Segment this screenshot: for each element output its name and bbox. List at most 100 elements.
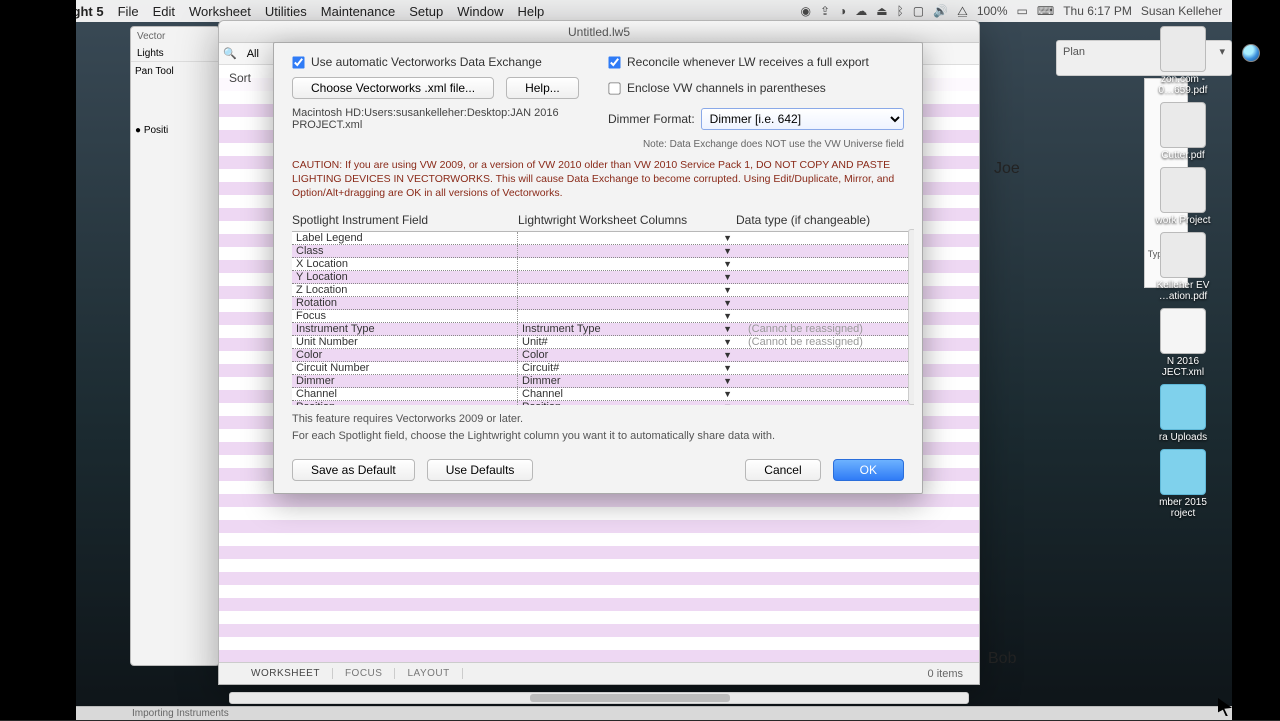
table-row[interactable]: Label Legend ▼	[292, 232, 914, 245]
ok-button[interactable]: OK	[833, 459, 904, 481]
input-icon[interactable]: ⌨︎	[1037, 4, 1054, 18]
bluetooth-icon[interactable]: ᛒ	[897, 4, 904, 18]
file-icon	[1160, 232, 1206, 278]
lw-column-select[interactable]: Circuit#▼	[518, 362, 736, 374]
search-icon[interactable]: 🔍	[223, 47, 237, 60]
plan-dropdown[interactable]: Plan	[1063, 46, 1085, 58]
menu-edit[interactable]: Edit	[153, 4, 175, 19]
table-row[interactable]: Class ▼	[292, 245, 914, 258]
column-value: Joe	[994, 160, 1020, 178]
lw-column-select[interactable]: ▼	[518, 298, 736, 308]
tab-worksheet[interactable]: WORKSHEET	[239, 668, 333, 679]
table-row[interactable]: Channel Channel▼	[292, 388, 914, 401]
checkbox-reconcile[interactable]: Reconcile whenever LW receives a full ex…	[608, 55, 904, 69]
battery-percent: 100%	[977, 4, 1008, 18]
table-row[interactable]: Instrument Type Instrument Type▼ (Cannot…	[292, 323, 914, 336]
desktop-file[interactable]: zon.com - 0…659.pdf	[1138, 26, 1228, 96]
status-icon[interactable]: ◑	[839, 4, 846, 18]
xml-icon	[1160, 308, 1206, 354]
table-row[interactable]: Unit Number Unit#▼ (Cannot be reassigned…	[292, 336, 914, 349]
lw-footer: WORKSHEET FOCUS LAYOUT 0 items	[219, 662, 979, 684]
choose-xml-button[interactable]: Choose Vectorworks .xml file...	[292, 77, 494, 99]
battery-icon[interactable]: ▭	[1017, 4, 1028, 18]
status-icon[interactable]: ⏏	[876, 4, 887, 18]
menu-file[interactable]: File	[118, 4, 139, 19]
volume-icon[interactable]: 🔊	[933, 4, 948, 18]
tab-layout[interactable]: LAYOUT	[395, 668, 462, 679]
clock[interactable]: Thu 6:17 PM	[1063, 4, 1132, 18]
wifi-icon[interactable]: ⧋	[957, 4, 968, 19]
xml-file-path: Macintosh HD:Users:susankelleher:Desktop…	[292, 107, 588, 131]
lw-column-select[interactable]: ▼	[518, 272, 736, 282]
menu-utilities[interactable]: Utilities	[265, 4, 307, 19]
desktop-file[interactable]: work Project	[1138, 167, 1228, 226]
checkbox-enclose-parens[interactable]: Enclose VW channels in parentheses	[608, 77, 904, 99]
lw-column-select[interactable]: ▼	[518, 311, 736, 321]
checkbox-auto-exchange[interactable]: Use automatic Vectorworks Data Exchange	[292, 55, 588, 69]
desktop-file[interactable]: mber 2015roject	[1138, 449, 1228, 519]
desktop-file[interactable]: Kelleher EV…ation.pdf	[1138, 232, 1228, 302]
menu-help[interactable]: Help	[517, 4, 544, 19]
dimmer-format-select[interactable]: Dimmer [i.e. 642]	[701, 108, 904, 130]
spotlight-field: Color	[292, 349, 518, 361]
lw-column-select[interactable]: ▼	[518, 233, 736, 243]
table-row[interactable]: Dimmer Dimmer▼	[292, 375, 914, 388]
vw-positions-item[interactable]: ● Positi	[131, 121, 219, 140]
vectorworks-window: Vector Lights Pan Tool ● Positi	[130, 26, 220, 666]
lw-column-select[interactable]: Unit#▼	[518, 336, 736, 348]
lw-column-select[interactable]: Dimmer▼	[518, 375, 736, 387]
caution-text: CAUTION: If you are using VW 2009, or a …	[292, 158, 904, 201]
dropbox-icon[interactable]: ⇪	[820, 4, 830, 18]
status-icon[interactable]: ☁︎	[855, 4, 867, 18]
menu-worksheet[interactable]: Worksheet	[189, 4, 251, 19]
use-defaults-button[interactable]: Use Defaults	[427, 459, 534, 481]
spotlight-field: Position	[292, 401, 518, 405]
mapping-table[interactable]: Label Legend ▼ Class ▼ X Location ▼ Y Lo…	[292, 231, 914, 405]
lw-column-select[interactable]: ▼	[518, 259, 736, 269]
vw-window-title: Vector	[131, 27, 219, 46]
lw-column-select[interactable]: ▼	[518, 246, 736, 256]
menu-window[interactable]: Window	[457, 4, 503, 19]
display-icon[interactable]: ▢	[913, 4, 924, 18]
desktop-file[interactable]: ra Uploads	[1138, 384, 1228, 443]
lw-column-select[interactable]: Position▼	[518, 401, 736, 405]
table-row[interactable]: X Location ▼	[292, 258, 914, 271]
username[interactable]: Susan Kelleher	[1141, 4, 1222, 18]
table-row[interactable]: Color Color▼	[292, 349, 914, 362]
table-row[interactable]: Z Location ▼	[292, 284, 914, 297]
lw-column-select[interactable]: Instrument Type▼	[518, 323, 736, 335]
globe-icon[interactable]	[1242, 44, 1260, 62]
data-type-cell: (Cannot be reassigned)	[736, 336, 914, 348]
spotlight-field: Unit Number	[292, 336, 518, 348]
folder-icon	[1160, 449, 1206, 495]
menubar: Lightwright 5 File Edit Worksheet Utilit…	[0, 0, 1280, 22]
col-header-spotlight: Spotlight Instrument Field	[292, 213, 518, 227]
menu-setup[interactable]: Setup	[409, 4, 443, 19]
tab-focus[interactable]: FOCUS	[333, 668, 396, 679]
status-icon[interactable]: ◉	[800, 4, 810, 18]
table-row[interactable]: Focus ▼	[292, 310, 914, 323]
table-row[interactable]: Rotation ▼	[292, 297, 914, 310]
spotlight-field: Class	[292, 245, 518, 257]
table-scrollbar[interactable]	[908, 229, 914, 405]
tab-all[interactable]: All	[241, 48, 265, 60]
horizontal-scrollbar[interactable]	[229, 692, 969, 704]
desktop-file[interactable]: Cutter.pdf	[1138, 102, 1228, 161]
col-header-datatype: Data type (if changeable)	[736, 213, 914, 227]
help-button[interactable]: Help...	[506, 77, 579, 99]
vw-palette-label: Lights	[131, 46, 219, 62]
save-as-default-button[interactable]: Save as Default	[292, 459, 415, 481]
status-bar: Importing Instruments	[76, 706, 1232, 720]
table-row[interactable]: Circuit Number Circuit#▼	[292, 362, 914, 375]
lw-column-select[interactable]: Channel▼	[518, 388, 736, 400]
menu-maintenance[interactable]: Maintenance	[321, 4, 395, 19]
table-row[interactable]: Position Position▼	[292, 401, 914, 405]
desktop-file[interactable]: N 2016JECT.xml	[1138, 308, 1228, 378]
cancel-button[interactable]: Cancel	[745, 459, 820, 481]
folder-icon	[1160, 384, 1206, 430]
data-exchange-dialog: Use automatic Vectorworks Data Exchange …	[273, 42, 923, 494]
table-row[interactable]: Y Location ▼	[292, 271, 914, 284]
mouse-cursor-icon	[1218, 698, 1232, 716]
lw-column-select[interactable]: Color▼	[518, 349, 736, 361]
lw-column-select[interactable]: ▼	[518, 285, 736, 295]
